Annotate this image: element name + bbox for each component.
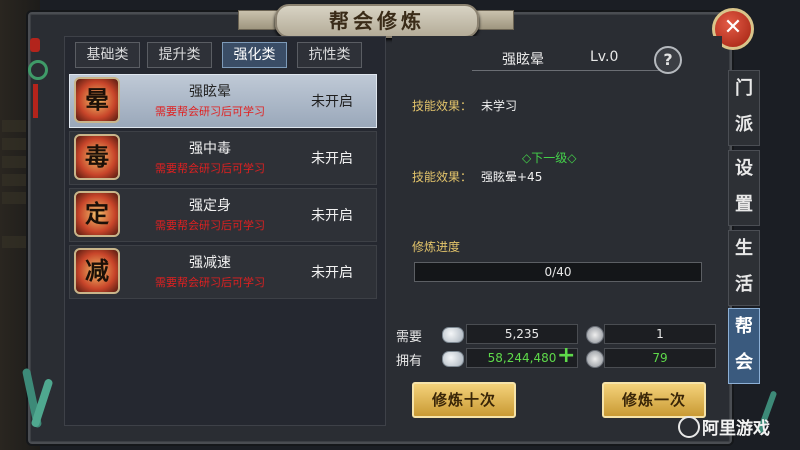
watermark-logo-icon (678, 416, 700, 438)
skill-requirement: 需要帮会研习后可学习 (155, 105, 265, 118)
detail-skill-name: 强眩晕 (502, 52, 544, 68)
side-tab-sect[interactable]: 门 派 (728, 70, 760, 146)
skill-name: 强眩晕 (189, 84, 231, 100)
need-item-value: 1 (604, 324, 716, 344)
skill-detail-panel: 强眩晕 Lv.0 ? 技能效果： 未学习 ◇下一级◇ 技能效果： 强眩晕+45 … (392, 36, 722, 424)
skill-list-panel: 基础类 提升类 强化类 抗性类 晕 强眩晕 需要帮会研习后可学习 未开启 毒 强… (64, 36, 386, 426)
stun-skill-icon: 晕 (74, 77, 120, 123)
side-tab-char: 帮 (735, 316, 753, 337)
plus-icon[interactable]: + (557, 345, 575, 367)
side-tab-char: 派 (735, 114, 753, 135)
need-coin-value: 5,235 (466, 324, 578, 344)
skill-row[interactable]: 晕 强眩晕 需要帮会研习后可学习 未开启 (69, 74, 377, 128)
side-tab-char: 置 (735, 194, 753, 215)
tab-enhance[interactable]: 强化类 (222, 42, 287, 68)
side-tab-settings[interactable]: 设 置 (728, 150, 760, 226)
skill-row[interactable]: 毒 强中毒 需要帮会研习后可学习 未开启 (69, 131, 377, 185)
next-effect-label: 技能效果： (412, 170, 473, 184)
tab-resist[interactable]: 抗性类 (297, 42, 362, 68)
side-tab-char: 设 (735, 158, 753, 179)
skill-row[interactable]: 减 强减速 需要帮会研习后可学习 未开启 (69, 245, 377, 299)
contribution-token-icon (586, 350, 604, 368)
skill-name: 强减速 (189, 255, 231, 271)
side-tab-guild[interactable]: 帮 会 (728, 308, 760, 384)
skill-requirement: 需要帮会研习后可学习 (155, 276, 265, 289)
side-tab-char: 会 (735, 352, 753, 373)
progress-text: 0/40 (544, 265, 572, 279)
root-skill-icon: 定 (74, 191, 120, 237)
have-item-value: 79 (604, 348, 716, 368)
skill-status: 未开启 (311, 151, 353, 167)
skill-name: 强中毒 (189, 141, 231, 157)
train-ten-button[interactable]: 修炼十次 (412, 382, 516, 418)
silver-coin-icon (442, 327, 464, 343)
next-level-label: ◇下一级◇ (522, 151, 577, 165)
window-title: 帮会修炼 (275, 4, 479, 38)
watermark-text: 阿里游戏 (702, 419, 770, 439)
side-tab-char: 生 (735, 238, 753, 259)
progress-label: 修炼进度 (412, 240, 461, 254)
need-label: 需要 (396, 330, 423, 345)
skill-status: 未开启 (311, 94, 353, 110)
effect-label: 技能效果： (412, 99, 473, 113)
tab-basic[interactable]: 基础类 (75, 42, 140, 68)
skill-status: 未开启 (311, 265, 353, 281)
next-effect-value: 强眩晕+45 (481, 170, 543, 184)
tab-upgrade[interactable]: 提升类 (147, 42, 212, 68)
progress-bar: 0/40 (414, 262, 702, 282)
side-tab-char: 活 (735, 274, 753, 295)
side-tab-char: 门 (735, 78, 753, 99)
have-label: 拥有 (396, 354, 423, 369)
question-icon[interactable]: ? (654, 46, 682, 74)
decorative-plant (20, 358, 60, 438)
side-tab-life[interactable]: 生 活 (728, 230, 760, 306)
skill-status: 未开启 (311, 208, 353, 224)
skill-row[interactable]: 定 强定身 需要帮会研习后可学习 未开启 (69, 188, 377, 242)
train-once-button[interactable]: 修炼一次 (602, 382, 706, 418)
header-divider (472, 70, 662, 71)
poison-skill-icon: 毒 (74, 134, 120, 180)
silver-coin-icon (442, 351, 464, 367)
decorative-knot (26, 30, 48, 120)
skill-name: 强定身 (189, 198, 231, 214)
effect-value: 未学习 (481, 99, 518, 113)
slow-skill-icon: 减 (74, 248, 120, 294)
contribution-token-icon (586, 326, 604, 344)
detail-skill-level: Lv.0 (590, 49, 619, 65)
close-icon: ✕ (723, 15, 743, 40)
skill-requirement: 需要帮会研习后可学习 (155, 219, 265, 232)
skill-requirement: 需要帮会研习后可学习 (155, 162, 265, 175)
